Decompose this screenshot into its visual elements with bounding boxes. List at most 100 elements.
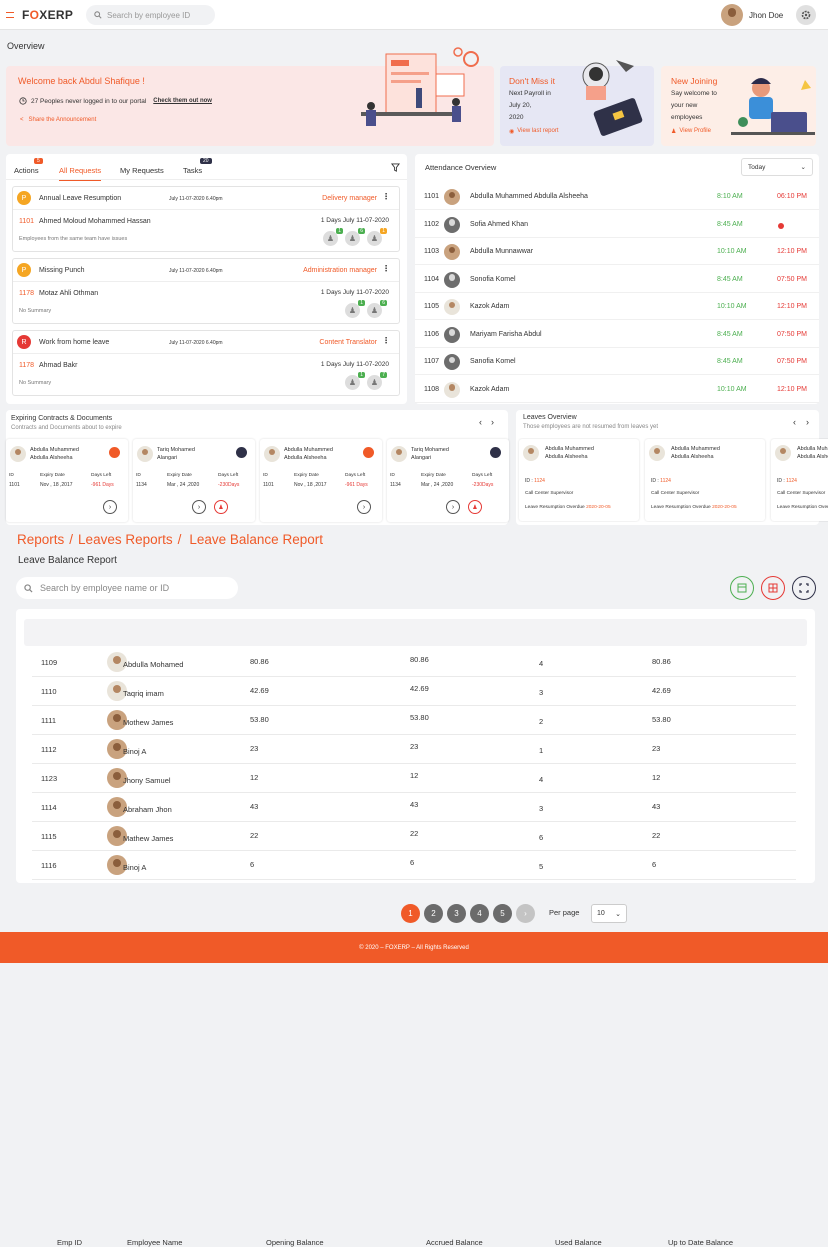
employee-name-line2: Abdulla Alsheeha bbox=[671, 454, 714, 460]
column-header[interactable]: Accrued Balance bbox=[426, 1238, 483, 1247]
page-button[interactable]: 3 bbox=[447, 904, 466, 923]
avatar bbox=[775, 445, 791, 461]
per-page-select[interactable]: 10 ⌄ bbox=[591, 904, 627, 923]
export-excel-button[interactable] bbox=[730, 576, 754, 600]
user-name[interactable]: Jhon Doe bbox=[749, 11, 783, 20]
user-icon: ♟ bbox=[370, 378, 379, 387]
open-contract-button[interactable]: › bbox=[192, 500, 206, 514]
approver-avatar[interactable]: ♟ 1 bbox=[367, 228, 387, 246]
contract-card[interactable]: Abdulla Muhammed Abdulla Alsheeha ID Expiry… bbox=[6, 439, 128, 522]
menu-icon[interactable] bbox=[6, 12, 14, 18]
employee-id[interactable]: 1101 bbox=[19, 218, 34, 225]
settings-button[interactable] bbox=[796, 5, 816, 25]
employee-id[interactable]: 1178 bbox=[19, 362, 34, 369]
contract-card[interactable]: Abdulla Muhammed Abdulla Alsheeha ID Expiry… bbox=[260, 439, 382, 522]
leaves-prev-button[interactable]: ‹ bbox=[793, 417, 796, 427]
approver-avatar[interactable]: ♟ 1 bbox=[345, 372, 365, 390]
more-options-icon[interactable]: ⋮ bbox=[382, 337, 390, 345]
renew-contract-button[interactable]: ♟ bbox=[468, 500, 482, 514]
column-header[interactable]: Emp ID bbox=[57, 1238, 82, 1247]
contracts-prev-button[interactable]: ‹ bbox=[479, 417, 482, 427]
attendance-row[interactable]: 1105 Kazok Adam 10:10 AM 12:10 PM bbox=[415, 294, 819, 320]
column-header[interactable]: Opening Balance bbox=[266, 1238, 324, 1247]
employee-name-cell: Binoj A bbox=[123, 863, 147, 872]
leave-card[interactable]: Abdulla Muhammed Abdulla Alsheeha ID : 112… bbox=[645, 439, 765, 521]
table-row[interactable]: 1114 Abraham Jhon 43 43 3 43 bbox=[32, 793, 796, 822]
tab-all-requests[interactable]: All Requests bbox=[59, 166, 102, 181]
approver-avatar[interactable]: ♟ 6 bbox=[345, 228, 365, 246]
grid-view-button[interactable] bbox=[761, 576, 785, 600]
attendance-row[interactable]: 1101 Abdulla Muhammed Abdulla Alsheeha 8:1… bbox=[415, 184, 819, 210]
approver-avatar[interactable]: ♟ 1 bbox=[323, 228, 343, 246]
attendance-filter-select[interactable]: Today ⌄ bbox=[741, 158, 813, 176]
employee-search-input[interactable]: Search by employee ID bbox=[86, 5, 215, 25]
check-them-link[interactable]: Check them out now bbox=[153, 98, 212, 104]
tab-my-requests[interactable]: My Requests bbox=[120, 166, 164, 175]
breadcrumb-leaves-reports[interactable]: Leaves Reports bbox=[78, 532, 173, 547]
tab-actions[interactable]: Actions bbox=[14, 166, 39, 175]
more-options-icon[interactable]: ⋮ bbox=[382, 265, 390, 273]
share-announcement-link[interactable]: < Share the Announcement bbox=[20, 117, 96, 123]
view-last-report-link[interactable]: ◉ View last report bbox=[509, 128, 559, 135]
renew-contract-button[interactable]: ♟ bbox=[214, 500, 228, 514]
request-role: Administration manager bbox=[303, 267, 377, 274]
attendance-row[interactable]: 1107 Sanofia Komel 8:45 AM 07:50 PM bbox=[415, 349, 819, 375]
contract-card[interactable]: Tariq Mohamed Alangari ID Expiry Date Days L… bbox=[387, 439, 509, 522]
employee-id[interactable]: 1178 bbox=[19, 290, 34, 297]
logo[interactable]: FOXERP bbox=[22, 8, 73, 22]
approver-avatar[interactable]: ♟ 7 bbox=[367, 372, 387, 390]
attendance-row[interactable]: 1103 Abdulla Munnawwar 10:10 AM 12:10 PM bbox=[415, 239, 819, 265]
approver-avatar[interactable]: ♟ 6 bbox=[367, 300, 387, 318]
employee-name: Mariyam Farisha Abdul bbox=[470, 330, 542, 338]
view-profile-link[interactable]: ♟ View Profile bbox=[671, 128, 711, 135]
page-button[interactable]: 4 bbox=[470, 904, 489, 923]
approver-avatar[interactable]: ♟ 1 bbox=[345, 300, 365, 318]
request-card[interactable]: P Missing Punch July 11-07-2020 6.40pm Admi… bbox=[12, 258, 400, 324]
approver-badge: 1 bbox=[358, 300, 365, 306]
table-row[interactable]: 1112 Binoj A 23 23 1 23 bbox=[32, 735, 796, 764]
check-out-time: 07:50 PM bbox=[777, 330, 807, 338]
filter-icon[interactable] bbox=[391, 163, 400, 172]
report-search-input[interactable]: Search by employee name or ID bbox=[16, 577, 238, 599]
avatar bbox=[391, 446, 407, 462]
column-header[interactable]: Up to Date Balance bbox=[668, 1238, 733, 1247]
column-header[interactable]: Used Balance bbox=[555, 1238, 602, 1247]
open-contract-button[interactable]: › bbox=[103, 500, 117, 514]
contracts-next-button[interactable]: › bbox=[491, 417, 494, 427]
leave-card[interactable]: Abdulla Muhammed Abdulla Alsheeha ID : 112… bbox=[771, 439, 828, 521]
leaves-next-button[interactable]: › bbox=[806, 417, 809, 427]
open-contract-button[interactable]: › bbox=[446, 500, 460, 514]
column-header[interactable]: Employee Name bbox=[127, 1238, 182, 1247]
employee-name: Abdulla Munnawwar bbox=[470, 248, 534, 255]
more-options-icon[interactable]: ⋮ bbox=[382, 193, 390, 201]
request-summary: Employees from the same team have issues bbox=[19, 236, 128, 242]
table-row[interactable]: 1123 Jhony Samuel 12 12 4 12 bbox=[32, 764, 796, 793]
page-button[interactable]: 2 bbox=[424, 904, 443, 923]
attendance-row[interactable]: 1106 Mariyam Farisha Abdul 8:45 AM 07:50 PM bbox=[415, 321, 819, 348]
page-button[interactable]: 5 bbox=[493, 904, 512, 923]
request-summary: No Summary bbox=[19, 380, 52, 386]
page-button[interactable]: 1 bbox=[401, 904, 420, 923]
attendance-row[interactable]: 1102 Sofia Ahmed Khan 8:45 AM bbox=[415, 211, 819, 238]
request-card[interactable]: R Work from home leave July 11-07-2020 6.4… bbox=[12, 330, 400, 396]
breadcrumb-reports[interactable]: Reports bbox=[17, 532, 64, 547]
open-contract-button[interactable]: › bbox=[357, 500, 371, 514]
employee-id: 1107 bbox=[424, 358, 440, 365]
user-avatar[interactable] bbox=[721, 4, 743, 26]
table-row[interactable]: 1111 Mothew James 53.80 53.80 2 53.80 bbox=[32, 706, 796, 735]
next-page-button[interactable]: › bbox=[516, 904, 535, 923]
table-row[interactable]: 1115 Mathew James 22 22 6 22 bbox=[32, 822, 796, 851]
fullscreen-button[interactable] bbox=[792, 576, 816, 600]
tab-tasks[interactable]: Tasks bbox=[183, 166, 202, 175]
table-row[interactable]: 1110 Taqriq imam 42.69 42.69 3 42.69 bbox=[32, 677, 796, 706]
request-card[interactable]: P Annual Leave Resumption July 11-07-2020 … bbox=[12, 186, 400, 252]
emp-id-cell: 1111 bbox=[41, 716, 57, 725]
attendance-row[interactable]: 1104 Sonofia Komel 8:45 AM 07:50 PM bbox=[415, 266, 819, 293]
leave-card[interactable]: Abdulla Muhammed Abdulla Alsheeha ID : 112… bbox=[519, 439, 639, 521]
payroll-line-2: July 20, bbox=[509, 102, 532, 109]
attendance-row[interactable]: 1108 Kazok Adam 10:10 AM 12:10 PM bbox=[415, 376, 819, 403]
table-row[interactable]: 1116 Binoj A 6 6 5 6 bbox=[32, 851, 796, 880]
contract-card[interactable]: Tariq Mohamed Alangari ID Expiry Date Days L… bbox=[133, 439, 255, 522]
table-row[interactable]: 1109 Abdulla Mohamed 80.86 80.86 4 80.86 bbox=[32, 648, 796, 677]
days-left: -961 Days bbox=[91, 482, 114, 488]
